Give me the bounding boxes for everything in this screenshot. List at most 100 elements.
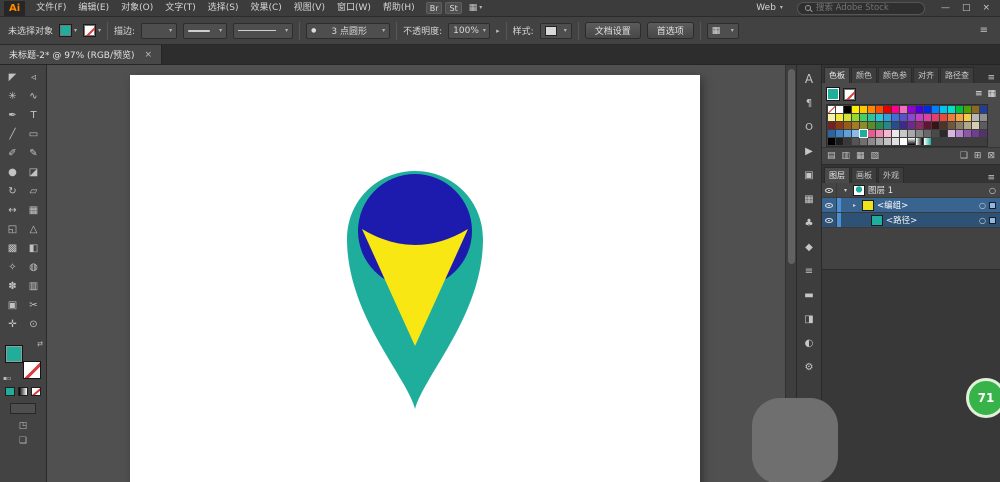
- swatch-cell[interactable]: [924, 114, 931, 121]
- swatch-cell[interactable]: [932, 106, 939, 113]
- swatch-cell[interactable]: [844, 138, 851, 145]
- menu-app-button[interactable]: Br: [426, 2, 443, 14]
- swatch-cell[interactable]: [948, 138, 955, 145]
- swatch-cell[interactable]: [924, 122, 931, 129]
- swatch-cell[interactable]: [876, 106, 883, 113]
- swatch-cell[interactable]: [868, 114, 875, 121]
- slice-tool[interactable]: ✂: [23, 296, 44, 315]
- swatch-cell[interactable]: [916, 106, 923, 113]
- pattern-options-panel-icon[interactable]: ▦: [796, 187, 822, 211]
- map-pin-graphic[interactable]: [335, 167, 495, 412]
- stock-search-box[interactable]: [797, 2, 925, 15]
- swatch-cell[interactable]: [828, 138, 835, 145]
- style-dropdown[interactable]: ▾: [540, 23, 572, 39]
- swatch-cell[interactable]: [908, 138, 915, 145]
- width-tool[interactable]: ↔: [2, 201, 23, 220]
- document-setup-button[interactable]: 文档设置: [585, 22, 641, 39]
- rectangle-tool[interactable]: ▭: [23, 125, 44, 144]
- panel-menu-icon[interactable]: ≡: [982, 173, 1000, 183]
- swatch-cell[interactable]: [828, 114, 835, 121]
- gradient-button[interactable]: [18, 387, 28, 396]
- search-input[interactable]: [816, 3, 916, 13]
- target-circle-icon[interactable]: ○: [979, 201, 986, 210]
- column-graph-tool[interactable]: ▥: [23, 277, 44, 296]
- swatch-cell[interactable]: [956, 130, 963, 137]
- swatch-cell[interactable]: [964, 114, 971, 121]
- brush-definition-dropdown[interactable]: ● 3 点圆形 ▾: [306, 23, 390, 39]
- align-dropdown[interactable]: ▦ ▾: [707, 23, 739, 39]
- swatch-cell[interactable]: [868, 106, 875, 113]
- minimize-button[interactable]: —: [935, 3, 956, 13]
- swatch-cell[interactable]: [828, 130, 835, 137]
- swatch-cell[interactable]: [916, 114, 923, 121]
- swatch-cell[interactable]: [980, 138, 987, 145]
- swatch-cell[interactable]: [972, 114, 979, 121]
- blend-tool[interactable]: ◍: [23, 258, 44, 277]
- grid-view-icon[interactable]: ▦: [987, 89, 996, 99]
- layer-label[interactable]: 图层 1: [868, 184, 893, 196]
- panel-menu-icon[interactable]: ≡: [982, 73, 1000, 83]
- swatch-cell[interactable]: [892, 106, 899, 113]
- swatch-cell[interactable]: [940, 122, 947, 129]
- character-styles-panel-icon[interactable]: A: [796, 67, 822, 91]
- draw-mode-button[interactable]: [10, 403, 36, 414]
- opacity-submenu-arrow-icon[interactable]: ▸: [496, 27, 500, 35]
- menu-item[interactable]: 窗口(W): [331, 0, 377, 17]
- mesh-tool[interactable]: ▩: [2, 239, 23, 258]
- panel-tab[interactable]: 对齐: [913, 67, 939, 83]
- swatch-cell[interactable]: [900, 106, 907, 113]
- swatch-cell[interactable]: [980, 114, 987, 121]
- swatch-cell[interactable]: [852, 114, 859, 121]
- swatch-cell[interactable]: [980, 130, 987, 137]
- symbols-panel-icon[interactable]: ◆: [796, 235, 822, 259]
- panel-tab[interactable]: 路径查: [940, 67, 974, 83]
- menu-item[interactable]: 文字(T): [159, 0, 202, 17]
- default-fill-stroke-icon[interactable]: ▪▫: [3, 375, 11, 382]
- swatch-cell[interactable]: [964, 138, 971, 145]
- expand-chevron-icon[interactable]: ▸: [850, 202, 859, 209]
- menu-item[interactable]: 编辑(E): [72, 0, 115, 17]
- swatch-cell[interactable]: [876, 130, 883, 137]
- swatch-cell[interactable]: [916, 130, 923, 137]
- opentype-panel-icon[interactable]: O: [796, 115, 822, 139]
- stroke-color-control[interactable]: ▾: [83, 24, 101, 37]
- swatch-cell[interactable]: [932, 122, 939, 129]
- swatch-cell[interactable]: [884, 122, 891, 129]
- layer-label[interactable]: <路径>: [886, 214, 917, 226]
- swatch-cell[interactable]: [900, 122, 907, 129]
- swatch-cell[interactable]: [932, 114, 939, 121]
- current-none-swatch[interactable]: [843, 88, 856, 101]
- stroke-weight-dropdown[interactable]: ▾: [141, 23, 177, 39]
- width-profile-dropdown[interactable]: ▾: [233, 23, 293, 39]
- visibility-toggle[interactable]: [822, 183, 837, 197]
- perspective-grid-tool[interactable]: △: [23, 220, 44, 239]
- layer-row[interactable]: ▸<编组>○: [822, 198, 1000, 213]
- swatch-cell[interactable]: [844, 106, 851, 113]
- swatch-cell[interactable]: [860, 106, 867, 113]
- preferences-button[interactable]: 首选项: [647, 22, 694, 39]
- gradient-panel-icon[interactable]: ◨: [796, 307, 822, 331]
- eyedropper-tool[interactable]: ✧: [2, 258, 23, 277]
- swatch-cell[interactable]: [948, 130, 955, 137]
- panel-tab[interactable]: 画板: [851, 167, 877, 183]
- lasso-tool[interactable]: ∿: [23, 87, 44, 106]
- actions-panel-icon[interactable]: ▶: [796, 139, 822, 163]
- transparency-panel-icon[interactable]: ◐: [796, 331, 822, 355]
- swatch-cell[interactable]: [924, 130, 931, 137]
- swatch-cell[interactable]: [980, 106, 987, 113]
- swatch-cell[interactable]: [940, 106, 947, 113]
- magic-wand-tool[interactable]: ✳: [2, 87, 23, 106]
- swatch-cell[interactable]: [876, 138, 883, 145]
- swatch-cell[interactable]: [860, 114, 867, 121]
- swatch-options-icon[interactable]: ▧: [871, 151, 880, 161]
- swatch-libraries-icon[interactable]: ▤: [827, 151, 836, 161]
- swatch-cell[interactable]: [828, 122, 835, 129]
- swatch-cell[interactable]: [884, 114, 891, 121]
- artboards-panel-icon[interactable]: ▣: [796, 163, 822, 187]
- swatch-cell[interactable]: [956, 138, 963, 145]
- direct-selection-tool[interactable]: ◃: [23, 68, 44, 87]
- color-themes-icon[interactable]: ▥: [842, 151, 851, 161]
- swatch-cell[interactable]: [900, 114, 907, 121]
- visibility-toggle[interactable]: [822, 198, 837, 212]
- toolbar-stroke-swatch[interactable]: [23, 361, 41, 379]
